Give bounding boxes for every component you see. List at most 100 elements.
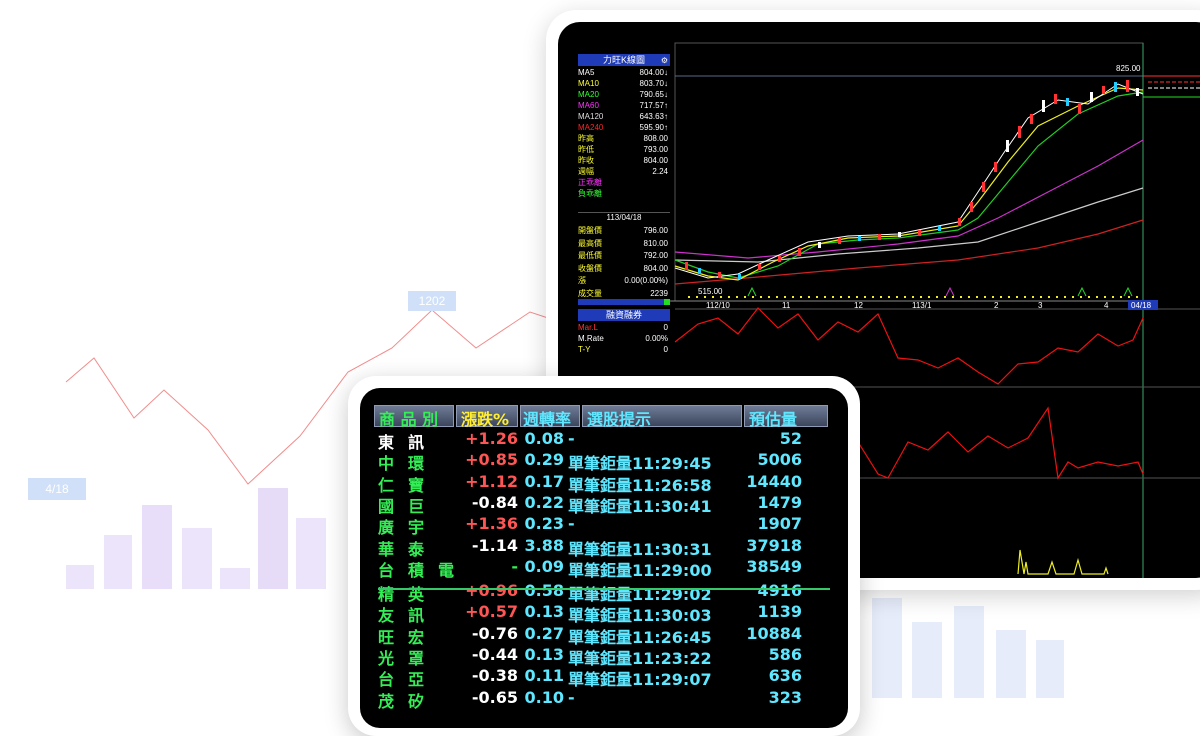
quote-row[interactable]: 旺宏 -0.76 0.27 單筆鉅量11:26:45 10884 xyxy=(378,623,833,647)
day-stat-row: 收盤價 804.00 xyxy=(578,264,670,274)
quote-volume: 4916 xyxy=(757,581,802,601)
ma10-line xyxy=(674,87,1144,281)
ma-value: 717.57↑ xyxy=(639,101,668,110)
day-stat-name: 最低價 xyxy=(578,251,602,260)
indicator-row: M.Rate 0.00% xyxy=(578,334,670,344)
kline-date: 113/04/18 xyxy=(578,212,670,223)
quote-row[interactable]: 國巨 -0.84 0.22 單筆鉅量11:30:41 1479 xyxy=(378,492,833,516)
x-label-7: 04/18 xyxy=(1131,301,1152,310)
ma240-line xyxy=(674,219,1144,285)
quote-volume: 5006 xyxy=(757,450,802,470)
quote-volume: 14440 xyxy=(746,471,802,491)
quote-row[interactable]: 東訊 +1.26 0.08-52 xyxy=(378,429,833,452)
quote-change: +1.26 xyxy=(465,429,518,448)
quote-row[interactable]: 仁寶 +1.12 0.17 單筆鉅量11:26:58 14440 xyxy=(378,471,833,495)
price-panel-frame xyxy=(674,42,1144,302)
ma-name: 昨低 xyxy=(578,145,594,154)
day-stat-name: 成交量 xyxy=(578,288,602,298)
gear-icon[interactable]: ⚙ xyxy=(661,55,668,67)
quote-change: -0.38 xyxy=(471,666,518,686)
quote-row[interactable]: 廣宇 +1.36 0.23-1907 xyxy=(378,514,833,537)
quote-device-frame: 商 品 別 漲跌% 週轉率 選股提示 預估量 東訊 +1.26 0.08-52 中環 +… xyxy=(348,376,860,736)
indicator-line xyxy=(674,307,1144,385)
day-stat-row: 開盤價 796.00 xyxy=(578,226,670,236)
day-stat-name: 開盤價 xyxy=(578,226,602,235)
quote-row[interactable]: 光罩 -0.44 0.13 單筆鉅量11:23:22 586 xyxy=(378,645,833,668)
ma-name: 昨高 xyxy=(578,134,594,143)
quote-volume: 37918 xyxy=(746,535,802,555)
ma-row: MA60 717.57↑ xyxy=(578,101,670,111)
quote-row[interactable]: 友訊 +0.57 0.13 單筆鉅量11:30:03 1139 xyxy=(378,602,833,625)
ma-row: MA240 595.90↑ xyxy=(578,123,670,133)
background-top-label: 1202 xyxy=(408,291,456,311)
kline-title: 力旺K線圖 ⚙ xyxy=(578,54,670,66)
quote-turnover: 0.13 xyxy=(524,602,564,622)
quote-change: -1.14 xyxy=(471,535,518,555)
ma-row: MA5 804.00↓ xyxy=(578,68,670,78)
kline-title-text: 力旺K線圖 xyxy=(602,55,645,65)
header-change[interactable]: 漲跌% xyxy=(456,405,518,429)
ma-row: 昨高 808.00 xyxy=(578,134,670,144)
indicator-name: T-Y xyxy=(578,345,591,354)
quote-turnover: 0.58 xyxy=(524,581,564,601)
ma-name: 正乖離 xyxy=(578,178,602,187)
ma-name: MA5 xyxy=(578,68,595,77)
lower-line xyxy=(857,406,1144,480)
quote-turnover: 0.10 xyxy=(524,687,564,707)
header-tip[interactable]: 選股提示 xyxy=(582,405,742,429)
indicator-name: M.Rate xyxy=(578,334,604,343)
day-stat-value: 2239 xyxy=(650,288,668,298)
quote-row[interactable]: 中環 +0.85 0.29 單筆鉅量11:29:45 5006 xyxy=(378,450,833,473)
ma-value: 790.65↓ xyxy=(639,90,668,99)
x-label-1: 11 xyxy=(782,301,791,310)
kline-info-panel: 力旺K線圖 ⚙ MA5 804.00↓ MA10 803.70↓ MA20 790.65↓ M… xyxy=(578,54,670,306)
header-volume[interactable]: 預估量 xyxy=(744,405,828,429)
indicator-name: Mar.L xyxy=(578,323,599,332)
quote-row[interactable]: 台積電 -0.09 單筆鉅量11:29:00 38549 xyxy=(378,556,833,580)
header-name[interactable]: 商 品 別 xyxy=(374,405,454,429)
ma20-line xyxy=(674,91,1144,279)
quote-separator xyxy=(378,588,830,590)
quote-header-row: 商 品 別 漲跌% 週轉率 選股提示 預估量 xyxy=(374,405,829,429)
quote-turnover: 0.17 xyxy=(524,471,564,491)
day-stat-row: 最低價 792.00 xyxy=(578,251,670,261)
quote-change: +0.57 xyxy=(465,602,518,622)
ma-row: 正乖離 xyxy=(578,178,670,188)
ma-value: 643.63↑ xyxy=(639,112,668,121)
quote-row[interactable]: 華泰 -1.14 3.88 單筆鉅量11:30:31 37918 xyxy=(378,535,833,559)
quote-turnover: 0.27 xyxy=(524,623,564,643)
ma-name: MA240 xyxy=(578,123,604,132)
indicator-panel: 融資融券 Mar.L 0 M.Rate 0.00% T-Y 0 xyxy=(578,309,670,359)
quote-turnover: 0.29 xyxy=(524,450,564,470)
ma-name: MA60 xyxy=(578,101,599,110)
ma-value: 808.00 xyxy=(643,134,668,143)
quote-row[interactable]: 台亞 -0.38 0.11 單筆鉅量11:29:07 636 xyxy=(378,666,833,689)
quote-screen: 商 品 別 漲跌% 週轉率 選股提示 預估量 東訊 +1.26 0.08-52 中環 +… xyxy=(360,388,848,728)
ma-value: 803.70↓ xyxy=(639,79,668,88)
header-turnover[interactable]: 週轉率 xyxy=(520,405,580,429)
background-date-label: 4/18 xyxy=(28,478,86,500)
quote-row[interactable]: 精英 +0.96 0.58 單筆鉅量11:29:02 4916 xyxy=(378,581,833,604)
day-stat-row: 成交量 2239 xyxy=(578,289,670,299)
ma-value: 2.24 xyxy=(652,167,668,176)
indicator-value: 0.00% xyxy=(645,334,668,343)
ma-row: MA20 790.65↓ xyxy=(578,90,670,100)
quote-name: 茂矽 xyxy=(378,691,439,711)
day-stat-row: 最高價 810.00 xyxy=(578,239,670,249)
indicator-value: 0 xyxy=(663,323,668,332)
ma-value: 804.00↓ xyxy=(639,68,668,77)
quote-change: +1.12 xyxy=(465,471,518,491)
ma-value: 595.90↑ xyxy=(639,123,668,132)
quote-volume: 1139 xyxy=(757,602,802,622)
x-label-5: 3 xyxy=(1038,301,1043,310)
quote-row[interactable]: 茂矽 -0.65 0.10- 323 xyxy=(378,687,833,711)
volume-spikes xyxy=(1017,549,1109,575)
x-label-2: 12 xyxy=(854,301,863,310)
quote-change: -0.84 xyxy=(471,492,518,512)
quote-turnover: 0.09 xyxy=(524,556,564,576)
x-label-3: 113/1 xyxy=(912,301,932,310)
day-stat-value: 796.00 xyxy=(643,226,668,235)
quote-tip: - xyxy=(568,514,575,534)
ma-name: 週幅 xyxy=(578,167,594,176)
ma120-line xyxy=(674,187,1144,263)
